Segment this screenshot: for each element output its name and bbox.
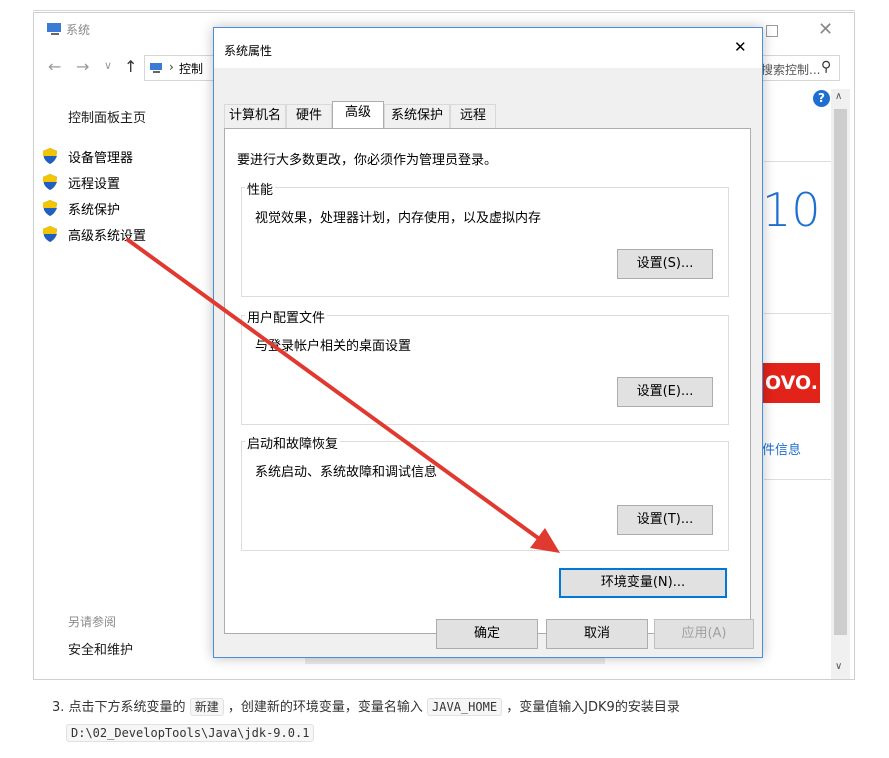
instruction-text: ，变量值输入JDK9的安装目录 <box>506 700 680 715</box>
instruction-paragraph: 3. 点击下方系统变量的 新建 ，创建新的环境变量，变量名输入 JAVA_HOM… <box>52 696 852 719</box>
arrow-line <box>126 238 547 545</box>
arrow-annotation <box>126 238 560 553</box>
screenshot: 系统 ✕ ← → ∨ ↑ › 控制 搜索控制... ⚲ ? 控制面板主页 设备管… <box>0 0 889 758</box>
instruction-path-line: D:\02_DevelopTools\Java\jdk-9.0.1 <box>66 722 315 742</box>
inline-code-java-home: JAVA_HOME <box>427 698 503 716</box>
step-number: 3. <box>52 700 65 715</box>
arrow-head-icon <box>530 528 560 553</box>
inline-code-jdk-path: D:\02_DevelopTools\Java\jdk-9.0.1 <box>66 724 315 742</box>
inline-code-new: 新建 <box>189 698 224 716</box>
instruction-text: 点击下方系统变量的 <box>68 700 186 715</box>
instruction-text: ，创建新的环境变量，变量名输入 <box>227 700 423 715</box>
